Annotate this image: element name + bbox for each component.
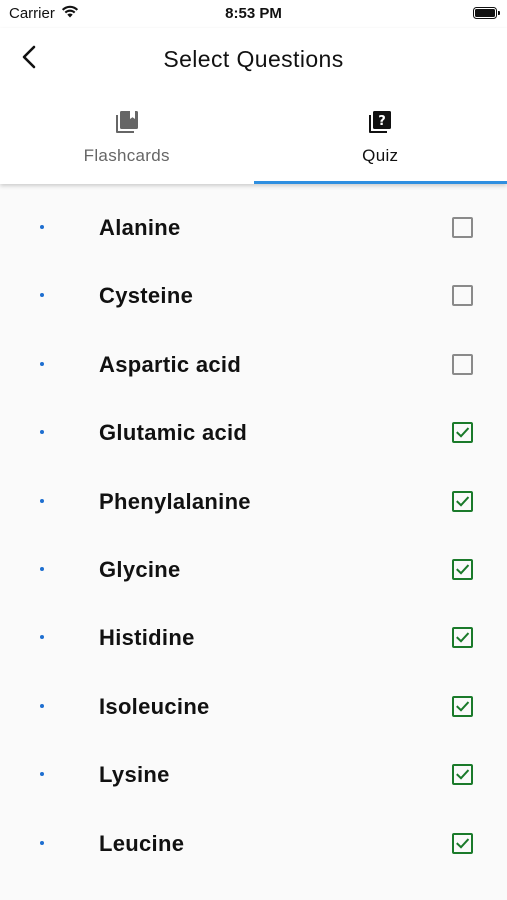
checkbox-checked-icon[interactable] — [452, 764, 473, 786]
item-label: Lysine — [99, 762, 170, 788]
checkbox-unchecked-icon[interactable] — [452, 353, 473, 375]
bullet-icon — [40, 566, 44, 571]
tab-label-quiz: Quiz — [362, 146, 399, 165]
checkbox-checked-icon[interactable] — [452, 832, 473, 854]
cards-icon — [113, 108, 141, 136]
bullet-icon — [40, 361, 44, 366]
item-label: Cysteine — [99, 283, 194, 309]
list-item[interactable]: Lysine — [0, 741, 507, 809]
item-label: Phenylalanine — [99, 488, 251, 514]
bullet-icon — [40, 772, 44, 777]
battery-icon — [473, 7, 500, 19]
status-bar: Carrier 8:53 PM — [0, 0, 507, 28]
page-title: Select Questions — [163, 46, 344, 72]
checkbox-checked-icon[interactable] — [452, 627, 473, 649]
bullet-icon — [40, 293, 44, 298]
bullet-icon — [40, 840, 44, 845]
list-item[interactable]: Glutamic acid — [0, 399, 507, 467]
question-list: Alanine Cysteine Aspartic acid Glutamic aci… — [0, 194, 507, 878]
checkbox-unchecked-icon[interactable] — [452, 285, 473, 307]
tab-bar: Flashcards ? Quiz — [0, 98, 507, 184]
bullet-icon — [40, 225, 44, 229]
checkbox-checked-icon[interactable] — [452, 490, 473, 512]
list-item[interactable]: Glycine — [0, 536, 507, 604]
item-label: Leucine — [99, 830, 185, 856]
item-label: Isoleucine — [99, 693, 210, 719]
item-label: Glutamic acid — [99, 420, 248, 446]
checkbox-unchecked-icon[interactable] — [452, 217, 473, 238]
item-label: Aspartic acid — [99, 351, 242, 377]
bullet-icon — [40, 498, 44, 503]
list-item[interactable]: Histidine — [0, 604, 507, 672]
tab-flashcards[interactable]: Flashcards — [0, 98, 254, 184]
checkbox-checked-icon[interactable] — [452, 422, 473, 444]
tab-label-flashcards: Flashcards — [83, 146, 170, 165]
status-time: 8:53 PM — [225, 5, 282, 22]
bullet-icon — [40, 635, 44, 640]
list-item[interactable]: Phenylalanine — [0, 468, 507, 536]
app-header: Select Questions Flashcards ? Quiz — [0, 28, 507, 184]
item-label: Alanine — [99, 215, 181, 240]
svg-text:?: ? — [378, 114, 386, 129]
bullet-icon — [40, 703, 44, 708]
list-item[interactable]: Cysteine — [0, 262, 507, 330]
item-label: Glycine — [99, 556, 181, 582]
quiz-icon: ? — [366, 108, 394, 136]
checkbox-checked-icon[interactable] — [452, 695, 473, 717]
list-item[interactable]: Isoleucine — [0, 673, 507, 741]
checkbox-checked-icon[interactable] — [452, 558, 473, 580]
item-label: Histidine — [99, 625, 195, 651]
list-item[interactable]: Leucine — [0, 810, 507, 878]
active-tab-indicator — [253, 181, 507, 184]
tab-quiz[interactable]: ? Quiz — [253, 98, 507, 184]
list-item[interactable]: Aspartic acid — [0, 331, 507, 399]
bullet-icon — [40, 430, 44, 435]
list-item[interactable]: Alanine — [0, 194, 507, 262]
